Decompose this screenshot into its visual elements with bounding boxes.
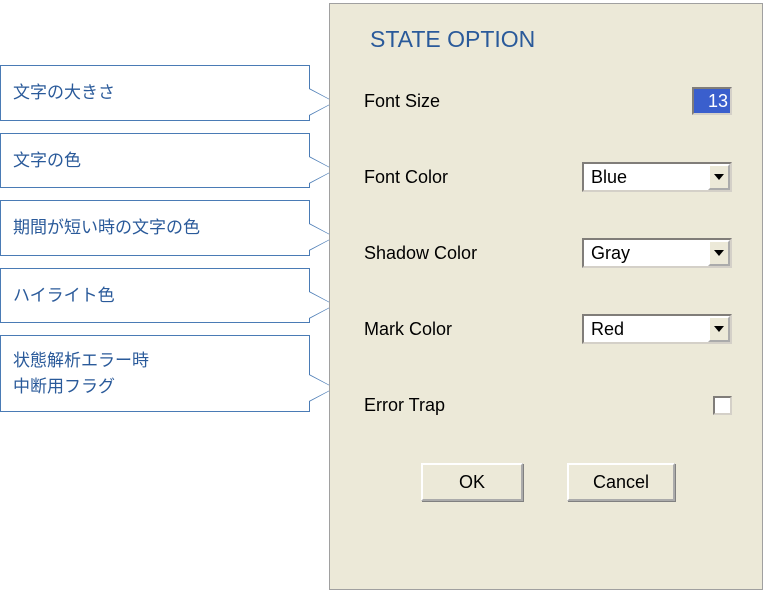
state-option-dialog: STATE OPTION Font Size Font Color Blue S…: [329, 3, 763, 590]
chevron-down-icon: [714, 174, 724, 180]
ok-button[interactable]: OK: [421, 463, 523, 501]
font-color-value: Blue: [584, 167, 708, 188]
chevron-down-icon: [714, 326, 724, 332]
callout-shadow-color: 期間が短い時の文字の色: [0, 200, 310, 256]
shadow-color-combo[interactable]: Gray: [582, 238, 732, 268]
mark-color-value: Red: [584, 319, 708, 340]
callout-text: 状態解析エラー時: [13, 348, 297, 374]
font-color-combo[interactable]: Blue: [582, 162, 732, 192]
dropdown-button[interactable]: [708, 316, 730, 342]
font-size-label: Font Size: [364, 91, 692, 112]
row-shadow-color: Shadow Color Gray: [364, 215, 732, 291]
font-size-input[interactable]: [692, 87, 732, 115]
dropdown-button[interactable]: [708, 240, 730, 266]
callout-text: 文字の色: [13, 151, 81, 170]
dropdown-button[interactable]: [708, 164, 730, 190]
callout-mark-color: ハイライト色: [0, 268, 310, 324]
mark-color-label: Mark Color: [364, 319, 582, 340]
font-color-label: Font Color: [364, 167, 582, 188]
cancel-button[interactable]: Cancel: [567, 463, 675, 501]
callout-font-size: 文字の大きさ: [0, 65, 310, 121]
callout-font-color: 文字の色: [0, 133, 310, 189]
callout-text: 中断用フラグ: [13, 374, 297, 400]
row-font-color: Font Color Blue: [364, 139, 732, 215]
row-mark-color: Mark Color Red: [364, 291, 732, 367]
callout-text: 文字の大きさ: [13, 83, 115, 102]
row-error-trap: Error Trap: [364, 367, 732, 443]
callout-error-trap: 状態解析エラー時 中断用フラグ: [0, 335, 310, 412]
error-trap-checkbox[interactable]: [713, 396, 732, 415]
chevron-down-icon: [714, 250, 724, 256]
shadow-color-label: Shadow Color: [364, 243, 582, 264]
dialog-title: STATE OPTION: [330, 4, 762, 53]
callout-text: ハイライト色: [13, 286, 115, 305]
row-font-size: Font Size: [364, 63, 732, 139]
callout-text: 期間が短い時の文字の色: [13, 218, 200, 237]
error-trap-label: Error Trap: [364, 395, 603, 416]
shadow-color-value: Gray: [584, 243, 708, 264]
mark-color-combo[interactable]: Red: [582, 314, 732, 344]
